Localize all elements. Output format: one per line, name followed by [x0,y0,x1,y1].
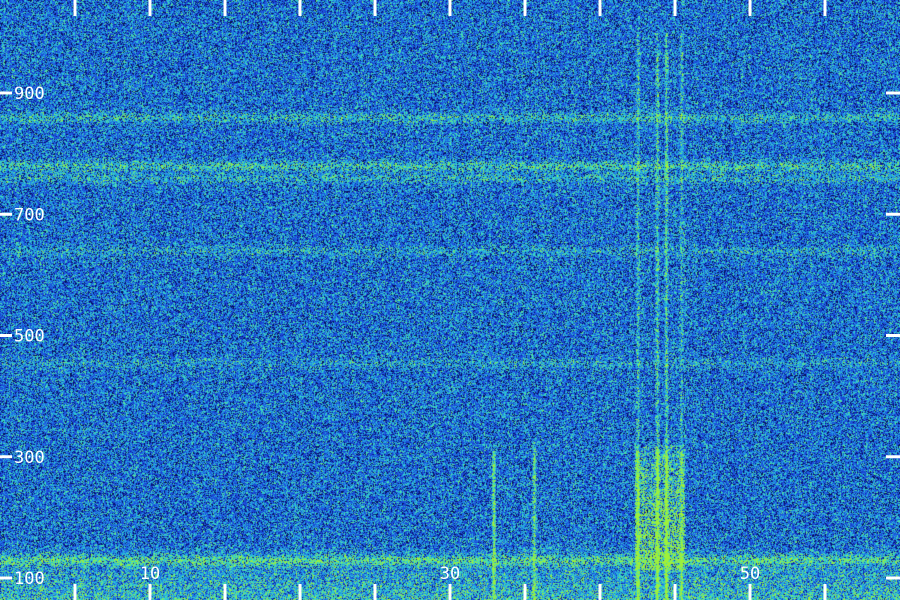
x-tick-label: 50 [740,564,760,584]
axis-overlay: 10 30 50 100 300 500 700 900 [0,0,900,600]
y-tick-label: 300 [14,448,45,468]
x-tick-label: 10 [140,564,160,584]
y-tick-label: 700 [14,205,45,225]
y-tick-label: 500 [14,327,45,347]
y-tick-label: 900 [14,84,45,104]
spectrogram-frame: 10 30 50 100 300 500 700 900 [0,0,900,600]
x-tick-label: 30 [440,564,460,584]
y-tick-label: 100 [14,569,45,589]
